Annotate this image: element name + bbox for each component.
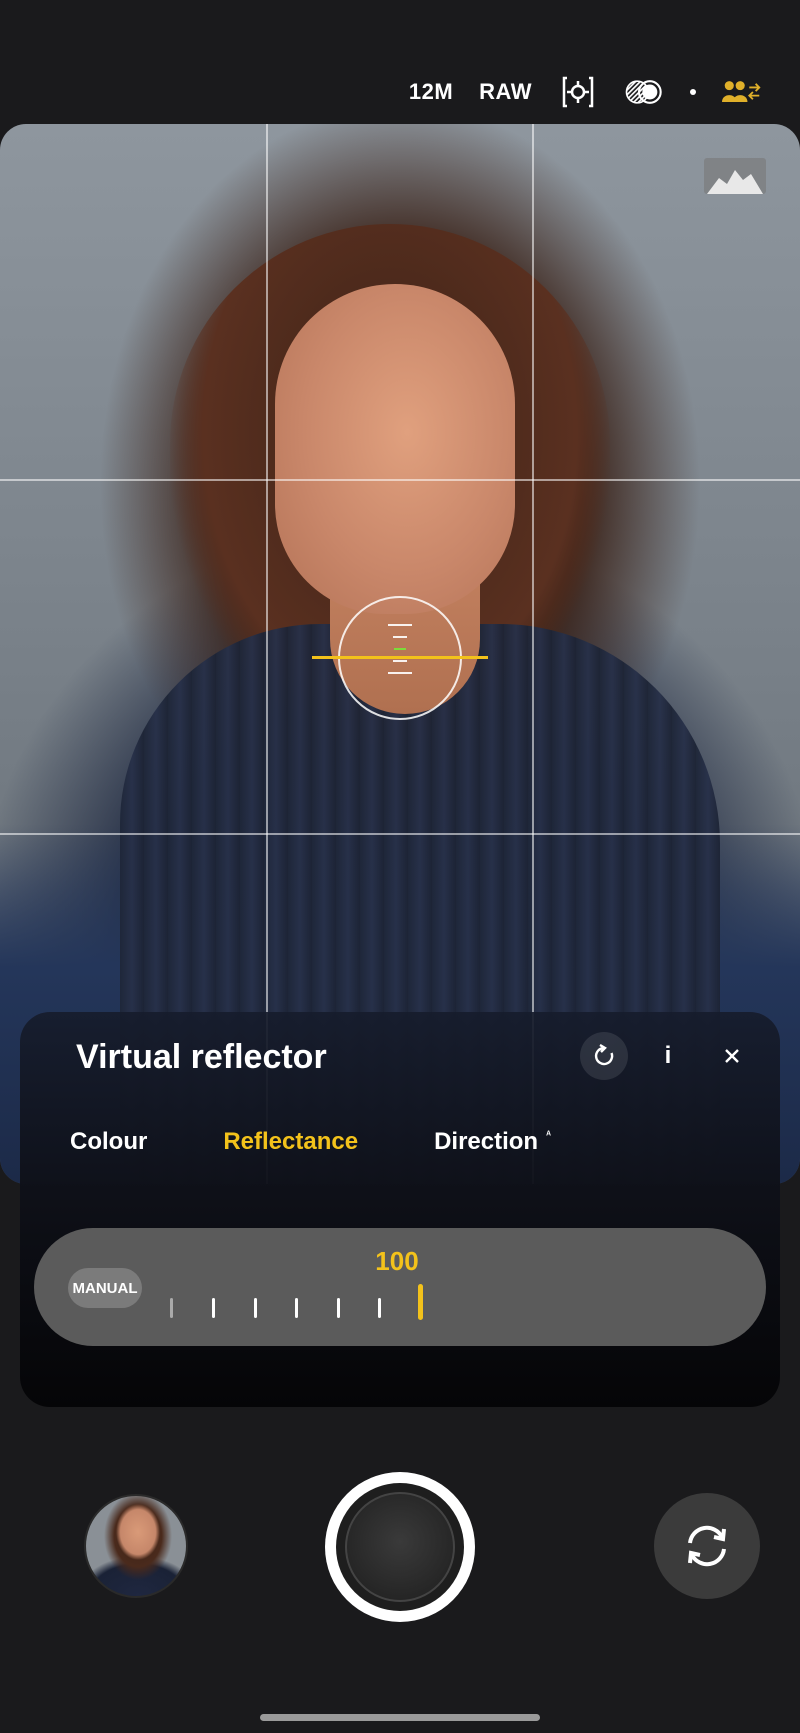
slider-value: 100 <box>375 1246 419 1276</box>
manual-mode-chip[interactable]: MANUAL <box>68 1268 142 1308</box>
home-indicator[interactable] <box>260 1714 540 1721</box>
slider-tick <box>254 1298 257 1318</box>
slider-tick <box>212 1298 215 1318</box>
shutter-ring <box>336 1483 464 1611</box>
filter-circles-icon[interactable] <box>624 72 664 112</box>
scene-face <box>275 284 515 614</box>
level-ticks <box>380 624 420 694</box>
slider-tick <box>295 1298 298 1318</box>
flip-camera-icon <box>688 1525 726 1567</box>
tab-label: Colour <box>70 1128 148 1155</box>
info-button[interactable]: i <box>644 1032 692 1080</box>
shutter-button[interactable] <box>325 1472 475 1622</box>
reset-icon <box>594 1044 614 1066</box>
camera-screen: 12M RAW Virtual reflector i Colour Refle… <box>0 0 800 1733</box>
people-swap-icon[interactable] <box>722 72 762 112</box>
gallery-thumbnail[interactable] <box>84 1494 188 1598</box>
close-button[interactable] <box>708 1032 756 1080</box>
slider-tick <box>337 1298 340 1318</box>
focus-target-icon[interactable] <box>558 72 598 112</box>
reflectance-slider[interactable]: MANUAL 100 <box>34 1228 766 1346</box>
close-icon <box>725 1049 739 1063</box>
info-icon: i <box>664 1042 672 1069</box>
tab-label: Reflectance <box>223 1128 359 1155</box>
slider-thumb[interactable] <box>418 1284 423 1320</box>
grid-line <box>0 833 800 835</box>
virtual-reflector-panel: Virtual reflector i Colour Reflectance D… <box>20 1012 780 1407</box>
slider-tick <box>170 1298 173 1318</box>
top-toolbar: 12M RAW <box>409 70 762 114</box>
grid-line <box>0 479 800 481</box>
panel-actions: i <box>580 1032 756 1080</box>
tab-label: Direction <box>434 1128 539 1155</box>
flip-camera-button[interactable] <box>654 1493 760 1599</box>
reflector-tabs: Colour Reflectance Direction ᴬ <box>70 1128 627 1156</box>
panel-title: Virtual reflector <box>76 1038 327 1076</box>
resolution-toggle[interactable]: 12M <box>409 79 453 105</box>
shutter-core <box>345 1492 455 1602</box>
reset-button[interactable] <box>580 1032 628 1080</box>
raw-toggle[interactable]: RAW <box>479 79 532 105</box>
tab-direction[interactable]: Direction ᴬ <box>434 1128 551 1156</box>
histogram-icon[interactable] <box>704 158 766 194</box>
tab-reflectance[interactable]: Reflectance <box>223 1128 358 1156</box>
slider-tick <box>378 1298 381 1318</box>
direction-indicator: ᴬ <box>546 1130 551 1141</box>
tab-colour[interactable]: Colour <box>70 1128 147 1156</box>
separator-dot <box>690 89 696 95</box>
